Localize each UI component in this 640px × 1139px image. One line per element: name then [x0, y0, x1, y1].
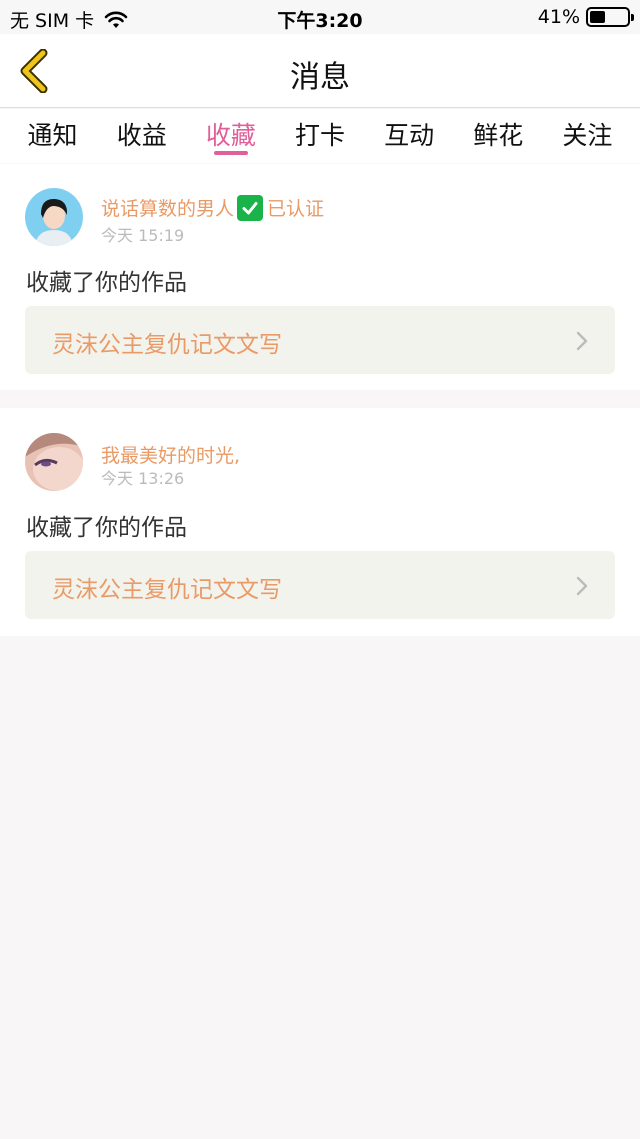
message-action: 收藏了你的作品	[26, 270, 187, 296]
message-time: 今天 15:19	[101, 226, 185, 245]
tab-label: 收益	[116, 121, 167, 150]
message-card: 我最美好的时光, 今天 13:26 收藏了你的作品 灵沫公主复仇记文文写	[0, 408, 640, 636]
tab-follows[interactable]: 关注	[552, 109, 622, 163]
message-time: 今天 13:26	[101, 469, 185, 488]
work-link[interactable]: 灵沫公主复仇记文文写	[25, 306, 615, 374]
category-tabs: 通知 收益 收藏 打卡 互动 鲜花 关注	[0, 109, 640, 163]
page-title: 消息	[290, 60, 350, 95]
tab-label: 互动	[384, 121, 435, 150]
battery-icon	[586, 7, 634, 27]
battery-level	[590, 11, 605, 23]
chevron-right-icon	[576, 331, 588, 351]
user-row: 说话算数的男人 已认证	[101, 194, 324, 221]
tab-label: 收藏	[205, 121, 256, 150]
message-card: 说话算数的男人 已认证 今天 15:19 收藏了你的作品 灵沫公主复仇记文文写	[0, 164, 640, 390]
status-right: 41%	[537, 6, 634, 28]
tab-label: 打卡	[294, 121, 345, 150]
tab-interaction[interactable]: 互动	[374, 109, 444, 163]
active-tab-indicator	[213, 151, 248, 155]
verified-check-icon	[237, 194, 264, 221]
username[interactable]: 说话算数的男人	[101, 194, 234, 221]
battery-percent: 41%	[537, 6, 580, 28]
navigation-bar: 消息	[0, 34, 640, 108]
work-title: 灵沫公主复仇记文文写	[52, 577, 282, 603]
work-title: 灵沫公主复仇记文文写	[52, 332, 282, 358]
verified-label: 已认证	[267, 198, 325, 220]
tab-notifications[interactable]: 通知	[18, 109, 88, 163]
tab-label: 通知	[27, 121, 78, 150]
chevron-right-icon	[576, 576, 588, 596]
tab-favorites[interactable]: 收藏	[196, 109, 266, 163]
status-bar: 无 SIM 卡 下午3:20 41%	[0, 0, 640, 34]
tab-earnings[interactable]: 收益	[107, 109, 177, 163]
avatar[interactable]	[25, 188, 83, 246]
tab-flowers[interactable]: 鲜花	[463, 109, 533, 163]
tab-label: 鲜花	[473, 121, 524, 150]
tab-label: 关注	[562, 121, 613, 150]
message-action: 收藏了你的作品	[26, 515, 187, 541]
username[interactable]: 我最美好的时光,	[101, 441, 240, 468]
tab-checkin[interactable]: 打卡	[285, 109, 355, 163]
user-row: 我最美好的时光,	[101, 441, 240, 468]
user-avatar-image	[25, 433, 83, 491]
user-avatar-image	[25, 188, 83, 246]
avatar[interactable]	[25, 433, 83, 491]
work-link[interactable]: 灵沫公主复仇记文文写	[25, 551, 615, 619]
